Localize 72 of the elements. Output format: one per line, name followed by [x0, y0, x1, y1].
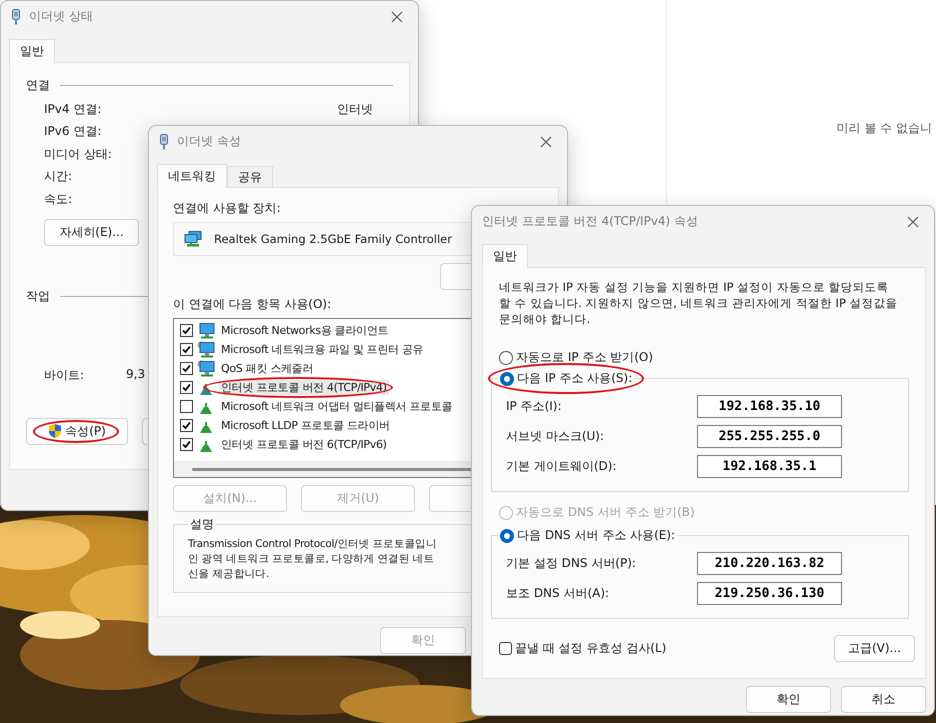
field-label: 연결에 사용할 장치: — [173, 200, 282, 217]
tab[interactable]: 일반 — [482, 244, 528, 268]
radio-button[interactable] — [499, 350, 513, 364]
checkbox[interactable] — [180, 324, 193, 337]
window-title: 인터넷 프로토콜 버전 4(TCP/IPv4) 속성 — [482, 213, 700, 230]
network-adapter-icon — [184, 231, 202, 247]
field-label: 서브넷 마스크(U): — [506, 428, 604, 444]
field-label: IPv6 연결: — [44, 123, 102, 140]
field-label: 기본 게이트웨이(D): — [506, 458, 616, 474]
close-icon — [907, 216, 919, 228]
dialog-button[interactable]: 취소 — [841, 686, 926, 713]
ip-address-field[interactable]: 192.168.35.10 — [697, 394, 842, 418]
dialog-button[interactable]: 확인 — [746, 686, 831, 713]
field-label: 보조 DNS 서버(A): — [506, 584, 610, 602]
radio-label: 자동으로 DNS 서버 주소 받기(B) — [516, 504, 695, 521]
properties-button[interactable]: 속성(P) — [26, 418, 128, 444]
close-icon — [540, 136, 552, 148]
gear-monitor-icon — [197, 341, 215, 358]
window-title: 이더넷 속성 — [177, 133, 242, 150]
field-label: 미디어 상태: — [44, 146, 112, 163]
list-item[interactable]: 인터넷 프로토콜 버전 6(TCP/IPv6) — [219, 437, 389, 452]
list-item[interactable]: Microsoft 네트워크 어댑터 멀티플렉서 프로토콜 — [219, 399, 454, 414]
details-button[interactable]: 자세히(E)... — [44, 218, 139, 246]
monitor-icon — [197, 322, 215, 339]
list-item[interactable]: Microsoft LLDP 프로토콜 드라이버 — [219, 418, 392, 433]
group-heading: 설명 — [189, 516, 215, 533]
checkbox[interactable] — [180, 438, 193, 451]
field-label: 기본 설정 DNS 서버(P): — [506, 554, 636, 572]
close-icon — [391, 10, 403, 22]
section-heading: 연결 — [26, 77, 50, 94]
checkbox-label: 끝낼 때 설정 유효성 검사(L) — [515, 640, 666, 657]
advanced-button[interactable]: 고급(V)... — [834, 635, 915, 662]
tab[interactable]: 일반 — [9, 39, 55, 63]
checkbox[interactable] — [180, 400, 193, 413]
preview-message: 미리 볼 수 없습니 — [836, 120, 932, 137]
list-label: 이 연결에 다음 항목 사용(O): — [173, 297, 332, 311]
field-label: 속도: — [44, 190, 72, 208]
device-name: Realtek Gaming 2.5GbE Family Controller — [214, 232, 452, 246]
checkbox[interactable] — [180, 419, 193, 432]
ethernet-plug-icon — [159, 134, 169, 150]
horizontal-scrollbar[interactable] — [174, 461, 471, 477]
ethernet-plug-icon — [11, 8, 21, 24]
radio-label: 자동으로 IP 주소 받기(O) — [516, 349, 654, 366]
tab[interactable]: 공유 — [227, 166, 273, 187]
field-label: IP 주소(I): — [506, 398, 562, 414]
section-heading: 작업 — [26, 288, 50, 304]
ip-address-field[interactable]: 255.255.255.0 — [697, 424, 842, 448]
field-value: 인터넷 — [337, 100, 373, 118]
field-label: 바이트: — [44, 366, 86, 384]
window-title: 이더넷 상태 — [29, 8, 94, 25]
field-label: IPv4 연결: — [44, 100, 102, 118]
ip-address-field[interactable]: 192.168.35.1 — [697, 454, 842, 478]
field-value: 9,3 — [126, 366, 146, 382]
radio-label: 다음 IP 주소 사용(S): — [517, 370, 632, 387]
list-item[interactable]: Microsoft 네트워크용 파일 및 프린터 공유 — [219, 342, 426, 357]
checkbox[interactable] — [499, 642, 512, 655]
checkbox[interactable] — [180, 362, 193, 375]
tab[interactable]: 네트워킹 — [157, 164, 227, 188]
list-item[interactable]: QoS 패킷 스케줄러 — [219, 361, 316, 376]
ip-address-field[interactable]: 219.250.36.130 — [697, 582, 842, 604]
list-item[interactable]: 인터넷 프로토콜 버전 4(TCP/IPv4) — [219, 380, 389, 395]
radio-button[interactable] — [500, 528, 514, 542]
checkbox[interactable] — [180, 343, 193, 356]
checkbox[interactable] — [180, 381, 193, 394]
gear-monitor-icon — [197, 360, 215, 377]
description-text: Transmission Control Protocol/인터넷 프로토콜입니 인 광역 네트워크 프로토콜로, 다양하게 연결된 네트 신을 제공합니다. — [188, 537, 438, 582]
list-item[interactable]: Microsoft Networks용 클라이언트 — [219, 323, 390, 338]
radio-button[interactable] — [500, 372, 514, 386]
intro-text: 네트워크가 IP 자동 설정 기능을 지원하면 IP 설정이 자동으로 할당되도록 할 수 있습니다. 지원하지 않으면, 네트워크 관리자에게 적절한 IP 설정값을 문의해야 합니다. — [499, 279, 899, 327]
field-label: 시간: — [44, 168, 72, 186]
ip-address-field[interactable]: 210.220.163.82 — [697, 552, 842, 574]
radio-label: 다음 DNS 서버 주소 사용(E): — [517, 527, 676, 544]
